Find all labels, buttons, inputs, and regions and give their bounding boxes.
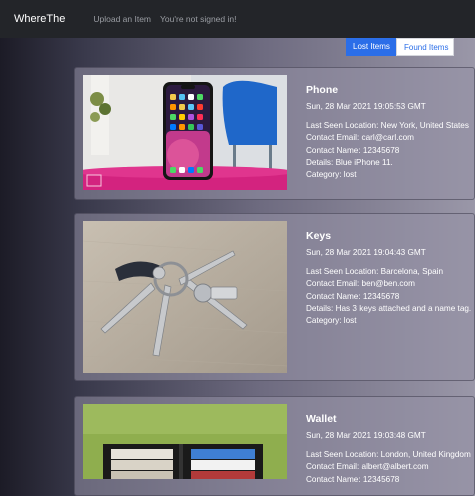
item-email: Contact Email: ben@ben.com [306,279,415,289]
item-card-keys: Keys Sun, 28 Mar 2021 19:04:43 GMT Last … [74,213,475,381]
lost-items-button[interactable]: Lost Items [346,38,396,56]
lost-found-toggle: Lost Items Found Items [346,38,454,56]
item-email: Contact Email: carl@carl.com [306,133,414,143]
upload-item-link[interactable]: Upload an Item [93,14,151,24]
phone-photo [83,75,287,190]
item-details: Details: Blue iPhone 11. [306,157,393,167]
item-date: Sun, 28 Mar 2021 19:05:53 GMT [306,102,426,111]
item-contact-name: Contact Name: 12345678 [306,474,400,484]
sign-in-status[interactable]: You're not signed in! [160,14,236,24]
item-contact-name: Contact Name: 12345678 [306,145,400,155]
item-card-phone: Phone Sun, 28 Mar 2021 19:05:53 GMT Last… [74,67,475,200]
item-contact-name: Contact Name: 12345678 [306,291,400,301]
item-details: Details: Has 3 keys attached and a name … [306,303,472,313]
item-location: Last Seen Location: Barcelona, Spain [306,267,444,277]
item-date: Sun, 28 Mar 2021 19:04:43 GMT [306,248,426,257]
found-items-button[interactable]: Found Items [396,38,454,56]
item-location: Last Seen Location: London, United Kingd… [306,450,471,460]
item-title[interactable]: Phone [306,84,469,96]
item-location: Last Seen Location: New York, United Sta… [306,121,469,131]
item-info-keys: Keys Sun, 28 Mar 2021 19:04:43 GMT Last … [306,230,471,327]
brand-logo[interactable]: WhereThe [14,13,65,25]
item-category: Category: lost [306,170,357,180]
wallet-photo [83,404,287,479]
keys-photo [83,221,287,373]
navbar: WhereThe Upload an Item You're not signe… [0,0,475,38]
item-date: Sun, 28 Mar 2021 19:03:48 GMT [306,431,426,440]
item-title[interactable]: Wallet [306,413,471,425]
item-card-wallet: Wallet Sun, 28 Mar 2021 19:03:48 GMT Las… [74,396,475,496]
item-title[interactable]: Keys [306,230,471,242]
item-category: Category: lost [306,316,357,326]
item-info-phone: Phone Sun, 28 Mar 2021 19:05:53 GMT Last… [306,84,469,181]
item-email: Contact Email: albert@albert.com [306,462,429,472]
